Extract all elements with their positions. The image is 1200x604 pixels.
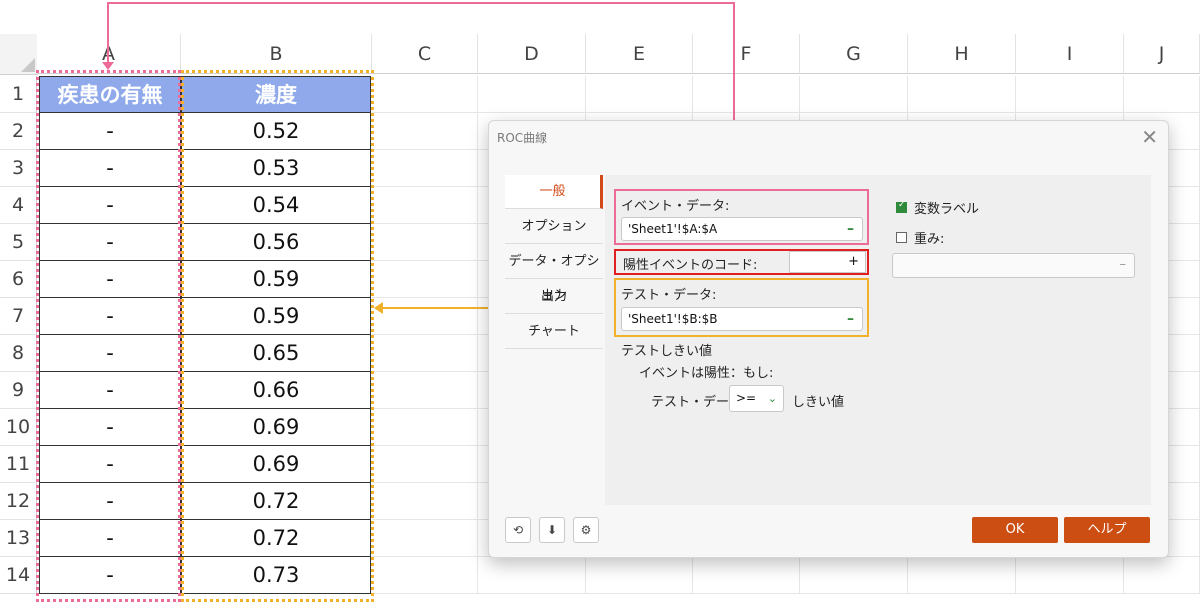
grid-cell[interactable] [693,557,800,594]
tab-data-options[interactable]: データ・オプション [505,245,603,303]
column-header-e[interactable]: E [586,34,693,74]
grid-cell[interactable] [908,557,1016,594]
test-data-field[interactable]: 'Sheet1'!$B:$B – [621,307,863,331]
ok-button[interactable]: OK [972,517,1058,543]
column-b-highlight [181,70,374,602]
variable-label-text: 変数ラベル [914,202,980,217]
grid-cell[interactable] [693,76,800,113]
weight-field[interactable]: – [892,253,1135,278]
row-header-5[interactable]: 5 [0,224,37,261]
grid-cell[interactable] [372,113,478,150]
grid-cell[interactable] [478,76,586,113]
close-icon[interactable]: ✕ [1141,125,1158,149]
row-header-1[interactable]: 1 [0,76,37,113]
remove-event-icon[interactable]: – [847,218,854,240]
grid-cell[interactable] [1124,557,1200,594]
threshold-title: テストしきい値 [621,344,713,359]
row-header-13[interactable]: 13 [0,520,37,557]
grid-cell[interactable] [1016,76,1124,113]
column-header-b[interactable]: B [181,34,372,74]
row-header-11[interactable]: 11 [0,446,37,483]
pink-arrow-icon [102,62,114,70]
event-positive-label: イベントは陽性：もし: [639,366,774,381]
remove-test-icon[interactable]: – [847,308,854,330]
tab-options[interactable]: オプション [505,210,603,244]
row-header-7[interactable]: 7 [0,298,37,335]
grid-cell[interactable] [908,76,1016,113]
grid-cell[interactable] [1016,557,1124,594]
weight-label: 重み: [914,232,945,247]
threshold-text: しきい値 [792,395,845,410]
row-header-14[interactable]: 14 [0,557,37,594]
column-header-f[interactable]: F [693,34,800,74]
grid-cell[interactable] [586,76,693,113]
grid-cell[interactable] [372,76,478,113]
row-header-10[interactable]: 10 [0,409,37,446]
grid-cell[interactable] [478,557,586,594]
event-data-label: イベント・データ: [621,199,730,214]
column-header-c[interactable]: C [372,34,478,74]
gear-icon[interactable]: ⚙ [573,517,599,543]
variable-label-checkbox[interactable] [896,200,907,213]
pink-connector-left [107,2,109,64]
column-a-highlight [36,70,181,602]
row-header-3[interactable]: 3 [0,150,37,187]
grid-cell[interactable] [372,298,478,335]
grid-cell[interactable] [372,409,478,446]
grid-cell[interactable] [800,76,908,113]
event-data-field[interactable]: 'Sheet1'!$A:$A – [621,217,863,241]
remove-weight-icon[interactable]: – [1120,254,1127,276]
reset-icon[interactable]: ⟲ [505,517,531,543]
select-all-corner[interactable] [0,34,38,75]
grid-cell[interactable] [372,261,478,298]
grid-cell[interactable] [372,557,478,594]
grid-cell[interactable] [372,483,478,520]
row-header-4[interactable]: 4 [0,187,37,224]
grid-cell[interactable] [372,224,478,261]
positive-code-field[interactable]: + [789,251,866,273]
help-button[interactable]: ヘルプ [1064,517,1150,543]
corner-triangle-icon [21,58,35,72]
grid-cell[interactable] [586,557,693,594]
grid-cell[interactable] [372,187,478,224]
grid-cell[interactable] [372,372,478,409]
column-header-d[interactable]: D [478,34,586,74]
weight-checkbox[interactable] [896,232,907,243]
test-data-label: テスト・データ: [621,288,717,303]
row-header-12[interactable]: 12 [0,483,37,520]
tab-chart[interactable]: チャート [505,315,603,349]
roc-curve-dialog: ROC曲線 ✕ 一般 オプション データ・オプション 出力 チャート イベント・… [488,120,1169,558]
column-header-g[interactable]: G [800,34,908,74]
column-header-i[interactable]: I [1016,34,1124,74]
grid-cell[interactable] [1124,76,1200,113]
grid-cell[interactable] [800,557,908,594]
download-icon[interactable]: ⬇ [539,517,565,543]
row-header-9[interactable]: 9 [0,372,37,409]
grid-cell[interactable] [372,520,478,557]
grid-cell[interactable] [372,335,478,372]
tab-output[interactable]: 出力 [505,280,603,314]
test-data-value: 'Sheet1'!$B:$B [628,312,718,326]
tab-general[interactable]: 一般 [505,175,603,209]
grid-cell[interactable] [372,150,478,187]
grid-cell[interactable] [372,446,478,483]
orange-arrow-icon [374,302,383,314]
pink-connector-top [107,2,735,4]
positive-code-label: 陽性イベントのコード: [623,258,758,273]
event-data-value: 'Sheet1'!$A:$A [628,222,718,236]
row-header-8[interactable]: 8 [0,335,37,372]
add-code-icon[interactable]: + [848,251,859,273]
column-header-h[interactable]: H [908,34,1016,74]
row-header-2[interactable]: 2 [0,113,37,150]
operator-value: >= [736,391,757,405]
operator-select[interactable]: >= ⌄ [729,385,784,412]
chevron-down-icon: ⌄ [767,392,777,405]
row-header-6[interactable]: 6 [0,261,37,298]
column-header-j[interactable]: J [1124,34,1200,74]
dialog-title: ROC曲線 [497,131,548,145]
